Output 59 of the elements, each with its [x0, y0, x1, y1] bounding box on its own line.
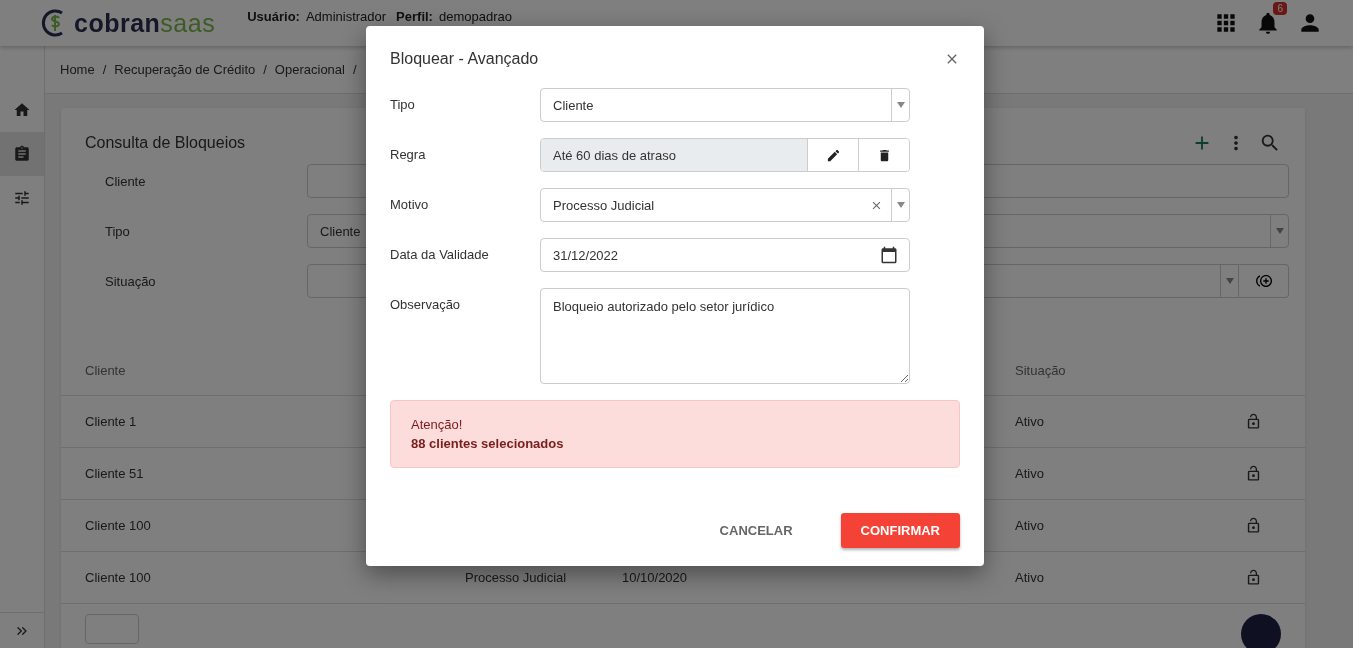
table-cell: 10/10/2020: [622, 570, 688, 585]
sidebar-item[interactable]: [0, 132, 44, 176]
breadcrumb-link[interactable]: Home: [60, 62, 95, 77]
sliders-icon: [13, 189, 31, 207]
field-label: Motivo: [390, 196, 430, 212]
table-cell: Cliente 1: [85, 414, 137, 429]
unlock-icon[interactable]: [1245, 517, 1262, 534]
select-field[interactable]: Cliente: [540, 88, 910, 122]
user-name: Administrador: [305, 9, 387, 24]
profile-label: Perfil:: [396, 9, 433, 24]
dropdown-arrow-icon[interactable]: [896, 202, 905, 208]
dropdown-arrow-icon[interactable]: [1275, 228, 1284, 234]
table-cell: Processo Judicial: [465, 570, 567, 585]
unlock-icon[interactable]: [1245, 413, 1262, 430]
breadcrumb-separator: /: [102, 62, 107, 77]
add-filter-button[interactable]: [1239, 264, 1289, 298]
select-field[interactable]: Processo Judicial: [540, 188, 910, 222]
floating-button[interactable]: [1241, 614, 1281, 648]
alert-message: 88 clientes selecionados: [411, 436, 565, 451]
logo-text: cobransaas: [74, 8, 216, 38]
card-title: Consulta de Bloqueios: [85, 134, 247, 152]
date-field[interactable]: 31/12/2022: [540, 238, 910, 272]
search-icon[interactable]: [1259, 132, 1281, 154]
alert-title: Atenção!: [411, 417, 464, 432]
clipboard-icon: [13, 145, 31, 163]
breadcrumb-link[interactable]: Recuperação de Crédito: [114, 62, 256, 77]
cancel-button[interactable]: CANCELAR: [699, 513, 813, 548]
table-cell: Ativo: [1015, 466, 1044, 481]
field-label: Data da Validade: [390, 246, 490, 262]
unlock-icon[interactable]: [1245, 569, 1262, 586]
table-cell: Ativo: [1015, 570, 1044, 585]
field-label: Regra: [390, 146, 427, 162]
breadcrumb-separator: /: [263, 62, 267, 77]
dialog-title: Bloquear - Avançado: [390, 50, 539, 68]
calendar-icon[interactable]: [880, 246, 898, 264]
dropdown-arrow-icon[interactable]: [896, 102, 905, 108]
table-cell: Ativo: [1015, 414, 1044, 429]
field-label: Tipo: [390, 96, 416, 112]
user-label: Usuário:: [247, 9, 300, 24]
profile-name: demopadrao: [438, 9, 512, 24]
table-cell: Cliente 100: [85, 570, 151, 585]
field-label: Observação: [390, 296, 462, 312]
dropdown-arrow-icon[interactable]: [1225, 278, 1234, 284]
column-header: Cliente: [85, 363, 126, 378]
filter-label: Situação: [105, 273, 157, 289]
observation-field[interactable]: Bloqueio autorizado pelo setor jurídico: [540, 288, 910, 384]
circle-plus-icon: [1255, 273, 1272, 289]
filter-label: Cliente: [105, 173, 147, 189]
home-icon: [13, 101, 31, 119]
notification-badge: 6: [1273, 2, 1287, 15]
breadcrumb-separator: /: [352, 62, 357, 77]
table-cell: Cliente 100: [85, 518, 151, 533]
filter-label: Tipo: [105, 223, 131, 239]
confirm-button[interactable]: CONFIRMAR: [840, 513, 960, 548]
column-header: Situação: [1015, 363, 1066, 378]
table-cell: Cliente 51: [85, 466, 144, 481]
table-cell: Ativo: [1015, 518, 1044, 533]
breadcrumb-link[interactable]: Operacional: [274, 62, 345, 77]
unlock-icon[interactable]: [1245, 465, 1262, 482]
